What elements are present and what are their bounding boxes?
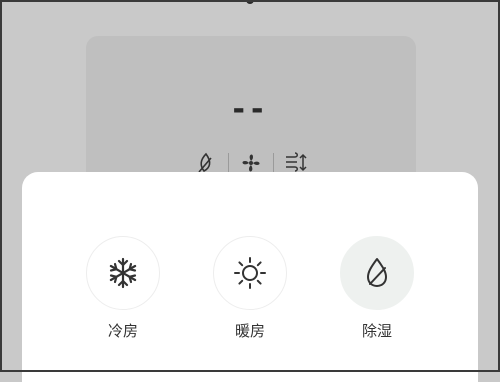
heating-button[interactable] — [213, 236, 287, 310]
mode-cooling[interactable]: 冷房 — [78, 236, 168, 341]
mode-dehumidify[interactable]: 除湿 — [332, 236, 422, 341]
water-drop-icon — [367, 258, 387, 287]
mode-label-dehumidify: 除湿 — [361, 322, 392, 340]
mode-selector-sheet: 冷房 暖房 除湿 — [22, 172, 478, 382]
snowflake-icon — [109, 257, 137, 289]
mode-heating[interactable]: 暖房 — [205, 236, 295, 341]
mode-label-heating: 暖房 — [234, 322, 265, 340]
cooling-button[interactable] — [86, 236, 160, 310]
top-indicator — [246, 0, 254, 4]
mode-label-cooling: 冷房 — [107, 322, 138, 340]
dehumidify-button[interactable] — [340, 236, 414, 310]
sun-icon — [234, 257, 266, 289]
temperature-display: -- — [232, 92, 270, 127]
